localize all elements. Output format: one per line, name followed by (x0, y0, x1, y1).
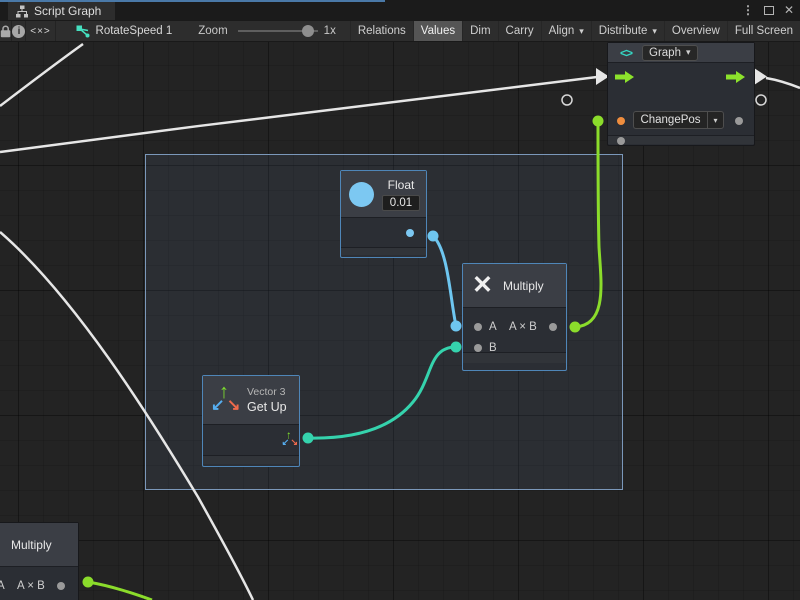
multiply-port-b[interactable] (474, 344, 482, 352)
carry-button[interactable]: Carry (498, 21, 541, 41)
getup-node[interactable]: ↑ ↙ ↘ Vector 3 Get Up ↑ ↙ ↘ (202, 375, 300, 467)
edge-endpoint-dot (570, 322, 581, 333)
zoom-label: Zoom (198, 25, 227, 37)
edge-bottom-multiply-out[interactable] (88, 582, 152, 600)
multiply-port-a[interactable] (474, 323, 482, 331)
port-b-label: B (489, 342, 497, 354)
overview-button[interactable]: Overview (664, 21, 727, 41)
hierarchy-icon (16, 5, 28, 18)
zoom-value: 1x (324, 25, 336, 37)
breadcrumb-label: RotateSpeed 1 (96, 25, 173, 37)
vector3-icon: ↑ ↙ ↘ (210, 383, 242, 417)
edge-white-into-graph-node[interactable] (0, 77, 597, 152)
code-icon: <> (620, 46, 632, 60)
float-type-icon (349, 182, 374, 207)
maximize-icon[interactable] (764, 6, 774, 15)
port-out-label: A × B (509, 321, 537, 333)
chevron-down-icon: ▾ (579, 26, 584, 37)
multiply-port-out[interactable] (549, 323, 557, 331)
close-icon[interactable]: ✕ (784, 3, 794, 17)
changepos-dropdown[interactable]: ChangePos ▾ (633, 111, 724, 129)
getup-node-title: Get Up (247, 400, 287, 414)
edge-endpoint-dot (451, 321, 462, 332)
distribute-button[interactable]: Distribute ▾ (591, 21, 664, 41)
getup-type-label: Vector 3 (247, 386, 287, 398)
multiply-icon: ✕ (472, 273, 493, 298)
breadcrumb[interactable]: RotateSpeed 1 (70, 21, 179, 41)
code-brackets-icon: <×> (30, 26, 51, 37)
flow-input-arrow-icon[interactable] (614, 70, 636, 84)
graph-node[interactable]: <> Graph ▾ ChangePos ▾ (607, 42, 755, 146)
graph-dropdown[interactable]: Graph ▾ (642, 45, 698, 61)
graph-canvas[interactable]: <> Graph ▾ ChangePos ▾ (0, 42, 800, 600)
lock-button[interactable] (0, 21, 12, 41)
info-icon: i (12, 25, 25, 38)
bottom-multiply-node[interactable]: ✕ Multiply A A × B (0, 522, 79, 600)
multiply-node-header: ✕ Multiply (463, 264, 566, 308)
window-menu-icon[interactable]: ⋮ (742, 3, 754, 17)
fullscreen-button[interactable]: Full Screen (727, 21, 800, 41)
align-button[interactable]: Align ▾ (541, 21, 591, 41)
graph-node-header: <> Graph ▾ (608, 43, 754, 63)
port-out-label: A × B (17, 580, 45, 592)
title-bar: Script Graph ⋮ ✕ (0, 0, 800, 20)
edge-endpoint-dot (303, 433, 314, 444)
edge-endpoint-dot (451, 342, 462, 353)
float-node-footer (341, 247, 426, 255)
zoom-slider[interactable] (238, 25, 318, 37)
edge-white-out-of-graph-node[interactable] (766, 78, 800, 88)
zoom-slider-handle[interactable] (302, 25, 314, 37)
tab-label: Script Graph (34, 4, 101, 18)
changepos-dropdown-button[interactable]: ▾ (707, 111, 724, 129)
edge-endpoint-dot (593, 116, 604, 127)
edge-endpoint-dot (83, 577, 94, 588)
float-node[interactable]: Float 0.01 (340, 170, 427, 258)
graph-asset-icon (76, 25, 90, 38)
chevron-down-icon: ▾ (652, 26, 657, 37)
float-node-title: Float (388, 178, 415, 192)
bottom-multiply-node-header: ✕ Multiply (0, 523, 78, 567)
chevron-down-icon: ▾ (713, 116, 717, 125)
float-node-header: Float 0.01 (341, 171, 426, 218)
edge-float-to-multiply-a[interactable] (433, 236, 456, 326)
port-endpoint-circle-left[interactable] (562, 95, 572, 105)
script-graph-window: Script Graph ⋮ ✕ i <×> RotateS (0, 0, 800, 600)
port-endpoint-circle-right[interactable] (756, 95, 766, 105)
port-a-label: A (489, 321, 497, 333)
edge-arrowhead-right (754, 68, 767, 85)
bottom-multiply-node-title: Multiply (11, 538, 52, 552)
graph-output-port[interactable] (735, 117, 743, 125)
flow-output-arrow-icon[interactable] (725, 70, 747, 84)
edge-multiply-to-changepos[interactable] (575, 121, 601, 327)
chevron-down-icon: ▾ (686, 47, 691, 58)
toolbar: i <×> RotateSpeed 1 Zoom 1x Relations (0, 20, 800, 42)
values-button[interactable]: Values (413, 21, 462, 41)
multiply-icon: ✕ (0, 532, 1, 557)
changepos-input-port[interactable] (617, 117, 625, 125)
edge-white-topleft[interactable] (0, 44, 83, 106)
relations-button[interactable]: Relations (350, 21, 413, 41)
info-button[interactable]: i (12, 21, 26, 41)
port-a-label: A (0, 580, 5, 592)
getup-node-footer (203, 455, 299, 464)
tab-script-graph[interactable]: Script Graph (8, 2, 115, 20)
lock-icon (0, 25, 11, 38)
float-output-port[interactable] (406, 229, 414, 237)
bottom-multiply-port-out[interactable] (57, 582, 65, 590)
graph-node-footer (608, 135, 754, 144)
dim-button[interactable]: Dim (462, 21, 497, 41)
vector3-output-port[interactable]: ↑ ↙ ↘ (281, 430, 291, 441)
getup-node-header: ↑ ↙ ↘ Vector 3 Get Up (203, 376, 299, 425)
multiply-node-title: Multiply (503, 279, 544, 293)
edge-getup-to-multiply-b[interactable] (308, 347, 456, 438)
graph-input-port-2[interactable] (617, 137, 625, 145)
edge-endpoint-dot (428, 231, 439, 242)
edit-source-button[interactable]: <×> (26, 21, 55, 41)
multiply-node[interactable]: ✕ Multiply A A × B B (462, 263, 567, 371)
float-value-field[interactable]: 0.01 (382, 195, 420, 211)
